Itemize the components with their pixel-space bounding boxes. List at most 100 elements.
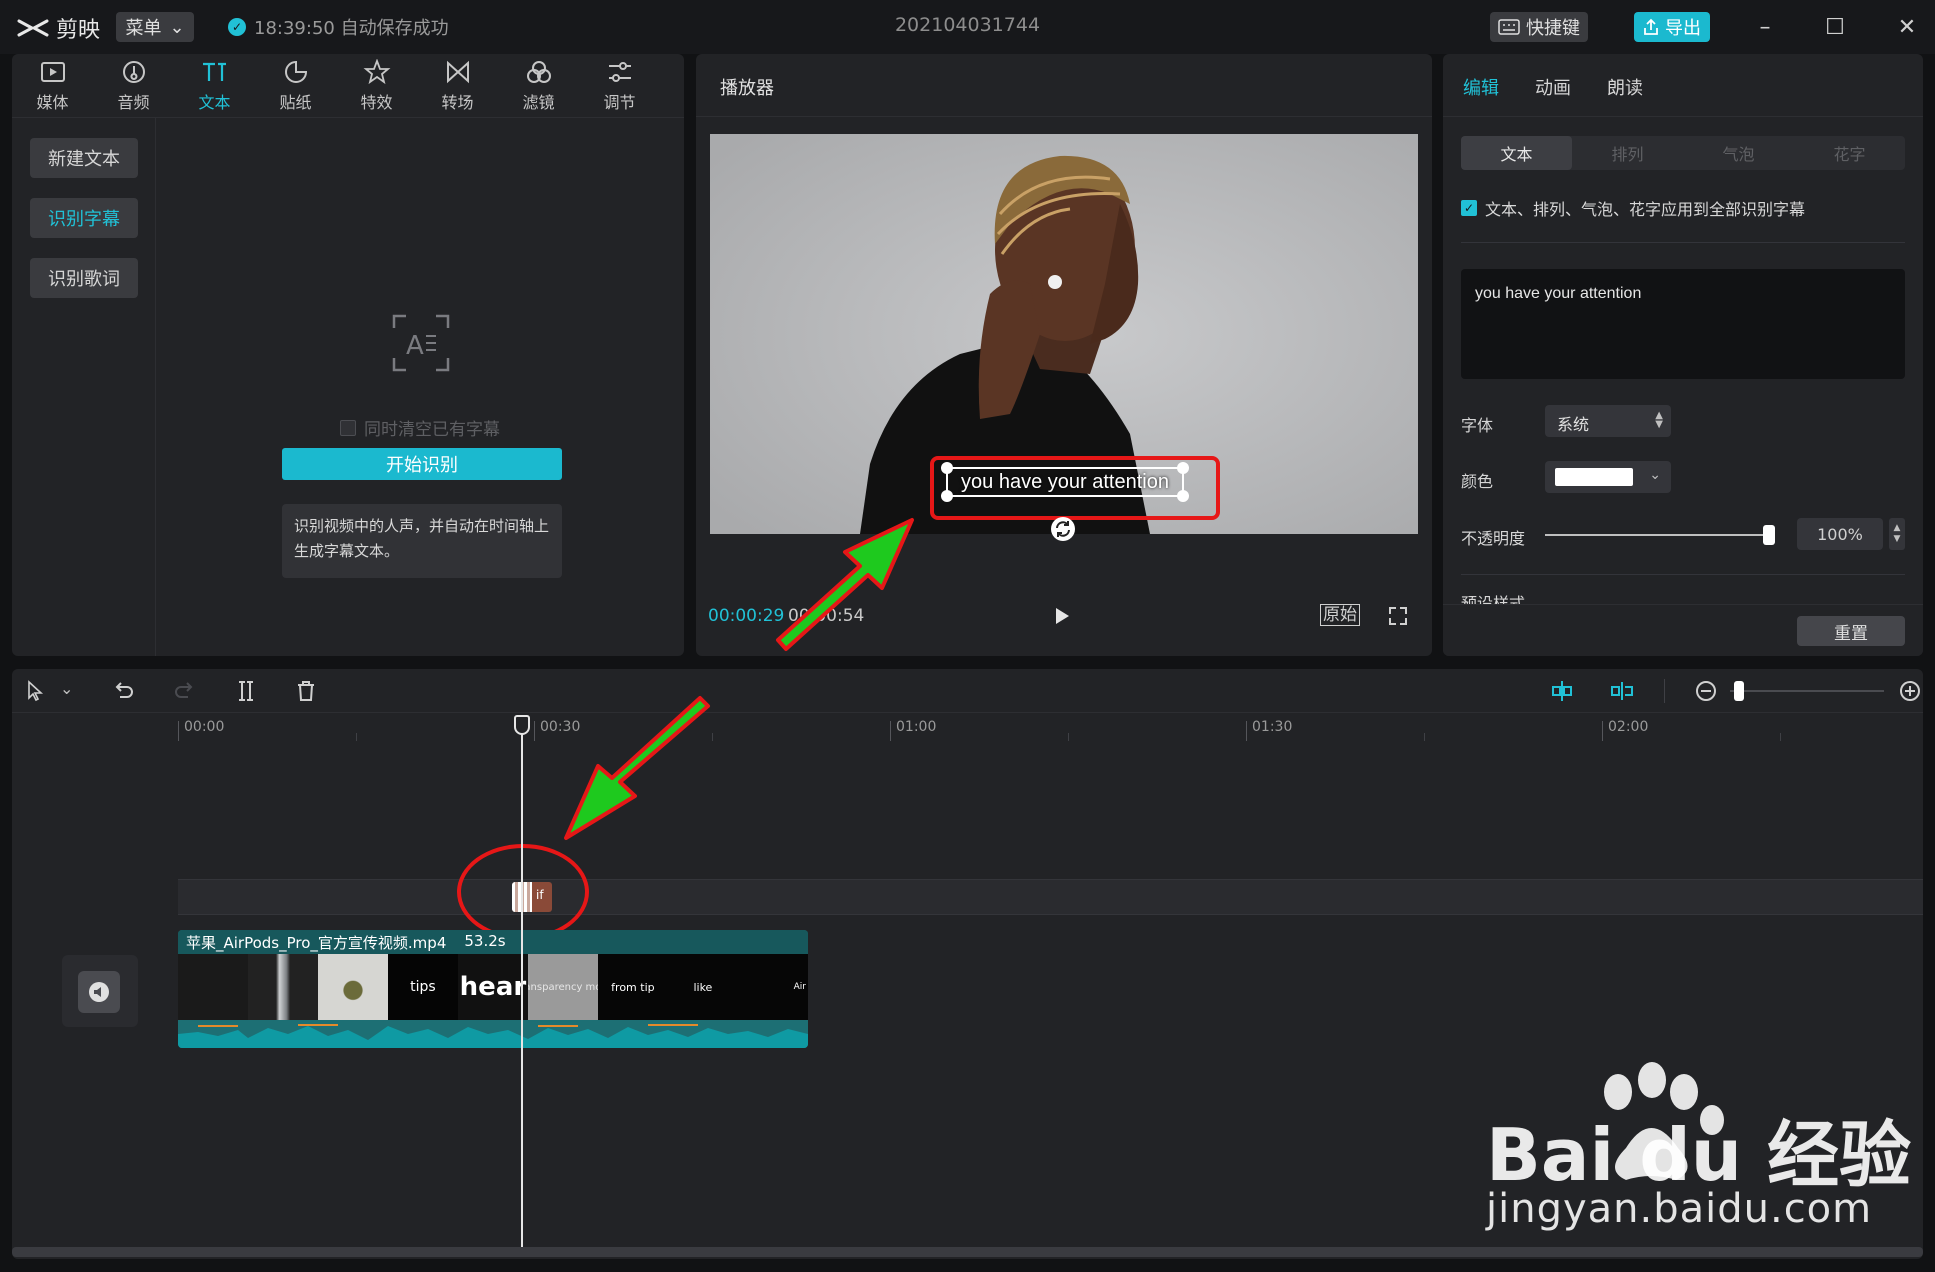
opacity-slider-track[interactable] [1545, 534, 1775, 536]
recognize-lyrics-button[interactable]: 识别歌词 [30, 258, 138, 298]
ruler-tick [356, 733, 357, 741]
segment-bubble[interactable]: 气泡 [1683, 136, 1794, 170]
divider [1443, 116, 1923, 117]
auto-snap-icon[interactable] [1550, 679, 1574, 703]
recognize-subtitles-button[interactable]: 识别字幕 [30, 198, 138, 238]
play-icon[interactable] [1048, 603, 1074, 629]
color-label: 颜色 [1461, 472, 1494, 491]
video-thumbnail: ansparency mo [527, 954, 598, 1020]
save-status: ✓ 18:39:50 自动保存成功 [228, 14, 449, 40]
menu-button[interactable]: 菜单 ⌄ [116, 12, 194, 42]
opacity-slider-handle[interactable] [1763, 525, 1775, 545]
tool-adjust[interactable]: 调节 [579, 54, 660, 118]
caption-recognition-icon: A [392, 314, 450, 372]
export-button[interactable]: 导出 [1634, 12, 1710, 42]
tool-transition[interactable]: 转场 [417, 54, 498, 118]
segment-text[interactable]: 文本 [1461, 136, 1572, 170]
recognition-area: A 同时清空已有字幕 开始识别 识别视频中的人声，并自动在时间轴上生成字幕文本。 [156, 118, 684, 656]
tab-animation[interactable]: 动画 [1535, 74, 1571, 100]
fullscreen-icon[interactable] [1388, 606, 1408, 626]
hotkey-button[interactable]: 快捷键 [1490, 12, 1588, 42]
segment-arrange[interactable]: 排列 [1572, 136, 1683, 170]
opacity-stepper[interactable]: ▲ ▼ [1889, 518, 1905, 550]
tool-label: 滤镜 [522, 93, 555, 112]
chevron-down-icon[interactable]: ⌄ [60, 679, 84, 703]
tool-sticker[interactable]: 贴纸 [255, 54, 336, 118]
ruler-tick [1780, 733, 1781, 741]
new-text-button[interactable]: 新建文本 [30, 138, 138, 178]
sticker-icon [284, 60, 307, 83]
opacity-input[interactable]: 100% [1797, 518, 1883, 550]
rotate-icon[interactable] [1050, 516, 1076, 542]
text-style-segments: 文本 排列 气泡 花字 [1461, 136, 1905, 170]
delete-icon[interactable] [294, 679, 318, 703]
properties-panel: 编辑 动画 朗读 文本 排列 气泡 花字 ✓ 文本、排列、气泡、花字应用到全部识… [1443, 54, 1923, 656]
apply-all-option[interactable]: ✓ 文本、排列、气泡、花字应用到全部识别字幕 [1461, 196, 1805, 220]
aspect-ratio-button[interactable]: 原始 [1320, 604, 1360, 626]
ruler-label: 00:00 [184, 719, 225, 735]
zoom-slider-handle[interactable] [1734, 681, 1744, 701]
svg-text:A: A [406, 331, 424, 361]
ruler-tick [712, 733, 713, 741]
tool-media[interactable]: 媒体 [12, 54, 93, 118]
time-ruler[interactable]: 00:00 00:30 01:00 01:30 02:00 [178, 713, 1923, 743]
divider [1461, 574, 1905, 575]
tab-edit[interactable]: 编辑 [1463, 74, 1499, 100]
reset-button[interactable]: 重置 [1797, 616, 1905, 646]
speaker-button-face [78, 971, 120, 1013]
divider [696, 116, 1432, 117]
color-picker[interactable]: ⌄ [1545, 461, 1671, 493]
adjust-icon [608, 62, 631, 82]
chevron-down-icon: ⌄ [1649, 467, 1661, 483]
ruler-label: 00:30 [540, 719, 581, 735]
hotkey-label: 快捷键 [1526, 18, 1580, 39]
filter-icon [526, 61, 551, 83]
playhead-handle[interactable] [514, 715, 530, 735]
undo-icon[interactable] [112, 679, 136, 703]
link-clips-icon[interactable] [1610, 679, 1634, 703]
ruler-tick [1424, 733, 1425, 741]
start-recognition-button[interactable]: 开始识别 [282, 448, 562, 480]
select-cursor-icon[interactable] [24, 679, 48, 703]
split-icon[interactable] [234, 679, 258, 703]
close-button[interactable]: ✕ [1892, 12, 1922, 42]
maximize-button[interactable]: ☐ [1820, 12, 1850, 42]
video-preview[interactable]: you have your attention [710, 134, 1418, 534]
video-clip-duration: 53.2s [464, 932, 506, 950]
timeline-scrollbar[interactable] [12, 1247, 1923, 1257]
tool-filter[interactable]: 滤镜 [498, 54, 579, 118]
zoom-slider-track[interactable] [1730, 690, 1884, 692]
apply-all-checkbox[interactable]: ✓ [1461, 200, 1477, 216]
segment-fancy-text[interactable]: 花字 [1794, 136, 1905, 170]
video-thumbnail [178, 954, 248, 1020]
divider [1664, 679, 1665, 703]
video-thumbnail [247, 954, 318, 1020]
zoom-in-icon[interactable] [1898, 679, 1922, 703]
zoom-out-icon[interactable] [1694, 679, 1718, 703]
tool-audio[interactable]: 音频 [93, 54, 174, 118]
tab-read-aloud[interactable]: 朗读 [1607, 74, 1643, 100]
font-value: 系统 [1557, 415, 1590, 434]
clear-existing-checkbox[interactable] [340, 419, 356, 436]
minimize-button[interactable]: – [1750, 12, 1780, 42]
check-circle-icon: ✓ [228, 18, 246, 36]
minimize-icon: – [1759, 14, 1771, 40]
track-audio-toggle[interactable] [62, 955, 138, 1027]
player-panel: 播放器 you have your attention 00:00:29 00:… [696, 54, 1432, 656]
export-label: 导出 [1665, 18, 1701, 39]
annotation-highlight-box [930, 456, 1220, 520]
tool-label: 媒体 [36, 93, 69, 112]
divider [1461, 242, 1905, 243]
video-clip[interactable]: 苹果_AirPods_Pro_官方宣传视频.mp4 53.2s tips hea… [178, 930, 808, 1048]
tool-label: 贴纸 [279, 93, 312, 112]
ruler-tick [1068, 733, 1069, 741]
subtitle-text-input[interactable]: you have your attention [1461, 269, 1905, 379]
clear-existing-option[interactable]: 同时清空已有字幕 [340, 415, 500, 440]
tool-text[interactable]: 文本 [174, 54, 255, 118]
watermark-url: jingyan.baidu.com [1486, 1186, 1873, 1232]
maximize-icon: ☐ [1825, 14, 1845, 40]
playhead[interactable] [521, 721, 523, 1249]
tool-effects[interactable]: 特效 [336, 54, 417, 118]
video-thumbnail: hear [457, 954, 528, 1020]
font-select[interactable]: 系统 ▲ ▼ [1545, 405, 1671, 437]
